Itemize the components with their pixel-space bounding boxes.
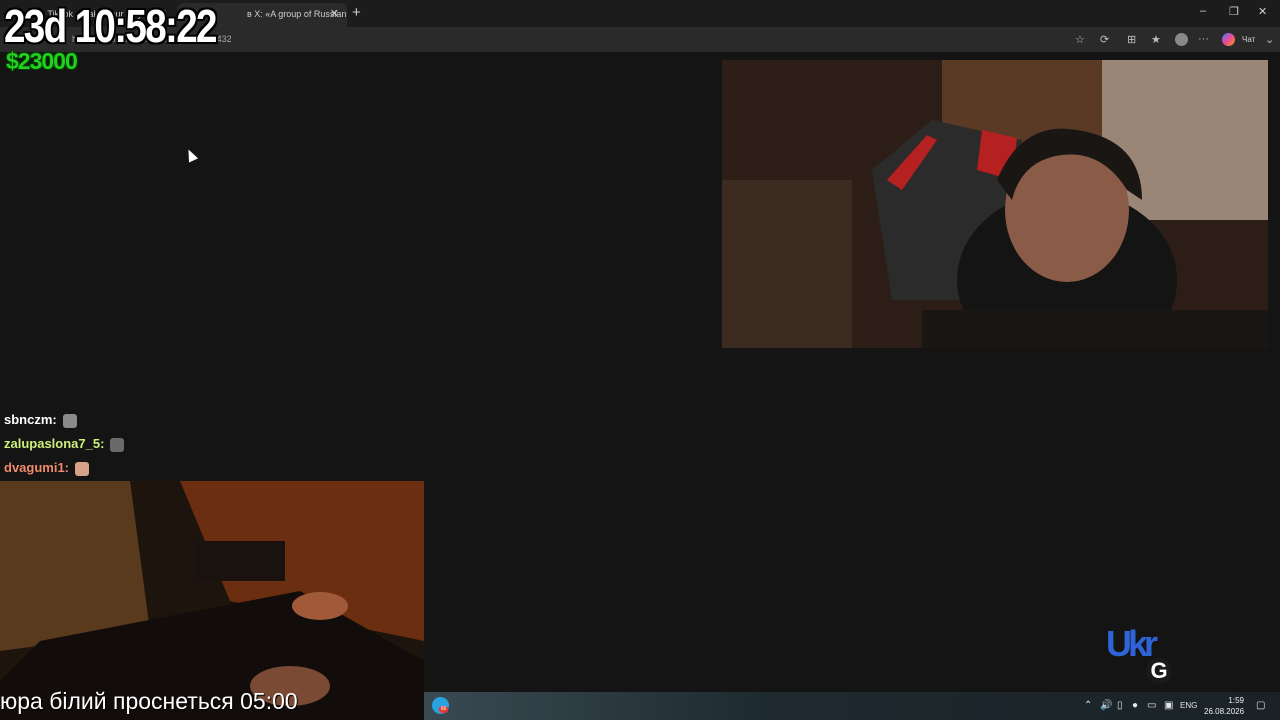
caption-text: юра білий проснеться 05:00: [0, 688, 298, 714]
logo-letter: G: [1146, 658, 1172, 684]
copilot-icon[interactable]: [1222, 33, 1235, 46]
webcam-feed: [722, 60, 1268, 348]
notifications-icon[interactable]: ▢: [1256, 700, 1265, 711]
chevron-down-icon[interactable]: ⌄: [1265, 33, 1274, 46]
close-icon[interactable]: ✕: [330, 3, 339, 25]
chat-message: dvagumi1:: [4, 458, 304, 482]
display-icon[interactable]: ▣: [1164, 700, 1173, 711]
webcam-scene: [722, 60, 1268, 348]
clock-date: 26.08.2026: [1204, 707, 1245, 716]
logo-text: Ukr: [1106, 623, 1158, 664]
more-menu-icon[interactable]: ···: [1198, 33, 1209, 45]
chat-username: sbnczm:: [4, 412, 57, 427]
collections-icon[interactable]: ⊞: [1127, 33, 1136, 46]
favorite-star-icon[interactable]: ☆: [1075, 33, 1085, 46]
new-tab-button[interactable]: +: [352, 4, 361, 21]
speaker-icon[interactable]: 🔊: [1100, 700, 1112, 711]
favorites-icon[interactable]: ★: [1151, 33, 1161, 46]
game-feed: [0, 481, 424, 720]
clock[interactable]: 1:59 26.08.2026: [1204, 695, 1244, 717]
chat-message: sbnczm:: [4, 410, 304, 434]
close-window-button[interactable]: ✕: [1258, 5, 1267, 18]
money-counter: $23000: [6, 48, 78, 74]
chat-overlay: sbnczm: zalupaslona7_5: dvagumi1:: [4, 410, 304, 482]
minimize-button[interactable]: –: [1200, 5, 1206, 17]
microphone-icon[interactable]: ●: [1132, 700, 1138, 711]
maximize-button[interactable]: ❐: [1229, 5, 1239, 18]
emote-icon: [75, 461, 90, 476]
chevron-up-icon[interactable]: ⌃: [1084, 700, 1092, 711]
url-field[interactable]: https://x.com/i/status/162146180137432: [64, 31, 1094, 48]
emote-icon: [62, 413, 77, 428]
clock-time: 1:59: [1228, 696, 1244, 705]
language-indicator[interactable]: ENG: [1180, 701, 1197, 710]
battery-icon[interactable]: ▯: [1117, 700, 1123, 711]
mouse-cursor-icon: [183, 147, 199, 163]
extensions-icon[interactable]: ⟳: [1100, 33, 1109, 46]
notification-badge: 66: [439, 706, 448, 713]
chat-button-label[interactable]: Чат: [1242, 35, 1255, 44]
chat-message: zalupaslona7_5:: [4, 434, 304, 458]
taskbar: 66 ⌃ 🔊 ▯ ● ▭ ▣ ENG 1:59 26.08.2026 ▢: [424, 692, 1280, 720]
chat-username: dvagumi1:: [4, 460, 70, 475]
game-scene: [0, 481, 424, 720]
network-icon[interactable]: ▭: [1147, 700, 1156, 711]
timer-overlay: 23d 10:58:22: [4, 0, 218, 52]
chat-username: zalupaslona7_5:: [4, 436, 105, 451]
emote-icon: [110, 437, 125, 452]
profile-avatar[interactable]: [1175, 33, 1188, 46]
channel-logo: Ukr G: [1106, 626, 1174, 688]
